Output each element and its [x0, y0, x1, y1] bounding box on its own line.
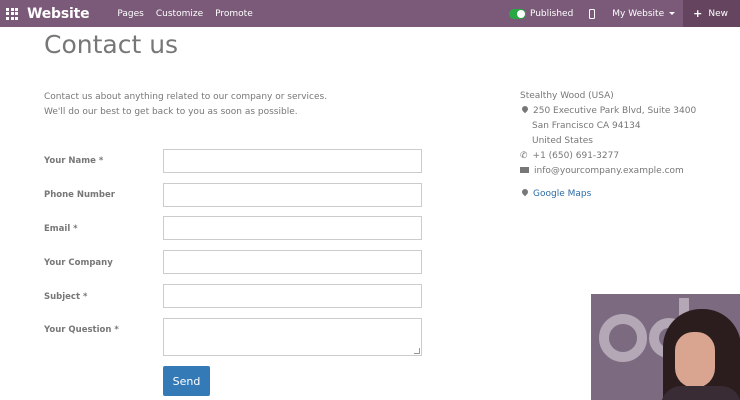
address-city: San Francisco CA 94134	[532, 121, 641, 131]
address-street: 250 Executive Park Blvd, Suite 3400	[533, 106, 697, 116]
brand-title[interactable]: Website	[27, 6, 90, 22]
label-email: Email *	[44, 224, 78, 234]
website-topbar: Website Pages Customize Promote Publishe…	[0, 0, 740, 27]
new-button-label: New	[708, 8, 728, 19]
apps-grid-icon[interactable]	[6, 7, 18, 20]
label-your-name: Your Name *	[44, 156, 104, 166]
your-name-input[interactable]	[163, 149, 422, 173]
intro-text: Contact us about anything related to our…	[44, 90, 327, 120]
menu-promote[interactable]: Promote	[215, 9, 253, 19]
address-country: United States	[532, 136, 593, 146]
send-button[interactable]: Send	[163, 366, 210, 396]
subject-input[interactable]	[163, 284, 422, 308]
label-your-company: Your Company	[44, 258, 113, 268]
menu-pages[interactable]: Pages	[117, 9, 143, 19]
phone-number: +1 (650) 691-3277	[532, 151, 620, 161]
maps-row: Google Maps	[520, 187, 591, 202]
site-selector-dropdown[interactable]: My Website	[612, 8, 676, 19]
email-address: info@yourcompany.example.com	[534, 166, 684, 176]
menu-customize[interactable]: Customize	[156, 9, 203, 19]
page-title: Contact us	[44, 30, 179, 59]
plus-icon: +	[693, 7, 703, 20]
google-maps-link[interactable]: Google Maps	[533, 189, 591, 199]
mobile-preview-icon[interactable]	[589, 8, 596, 19]
published-toggle[interactable]	[508, 8, 526, 19]
new-button[interactable]: + New	[683, 0, 740, 27]
webcam-overlay	[591, 294, 740, 400]
intro-line-2: We'll do our best to get back to you as …	[44, 107, 298, 117]
envelope-icon	[520, 166, 529, 173]
company-name: Stealthy Wood (USA)	[520, 91, 614, 101]
phone-row: ✆ +1 (650) 691-3277	[520, 149, 619, 164]
intro-line-1: Contact us about anything related to our…	[44, 92, 328, 102]
phone-icon: ✆	[520, 151, 528, 161]
email-row: info@yourcompany.example.com	[520, 164, 684, 179]
caret-down-icon	[669, 12, 676, 15]
label-your-question: Your Question *	[44, 325, 119, 335]
site-selector-label: My Website	[612, 8, 665, 19]
email-input[interactable]	[163, 216, 422, 240]
resize-grip-icon[interactable]	[414, 348, 420, 354]
your-question-textarea[interactable]	[163, 318, 422, 356]
presenter-face	[675, 332, 715, 388]
logo-letter-o	[599, 314, 647, 362]
map-marker-icon	[520, 104, 530, 114]
map-marker-icon	[520, 187, 530, 197]
label-subject: Subject *	[44, 292, 88, 302]
published-label[interactable]: Published	[530, 9, 573, 19]
address-street-row: 250 Executive Park Blvd, Suite 3400	[520, 104, 696, 119]
presenter-shoulders	[661, 386, 740, 400]
label-phone-number: Phone Number	[44, 190, 115, 200]
your-company-input[interactable]	[163, 250, 422, 274]
phone-number-input[interactable]	[163, 183, 422, 207]
